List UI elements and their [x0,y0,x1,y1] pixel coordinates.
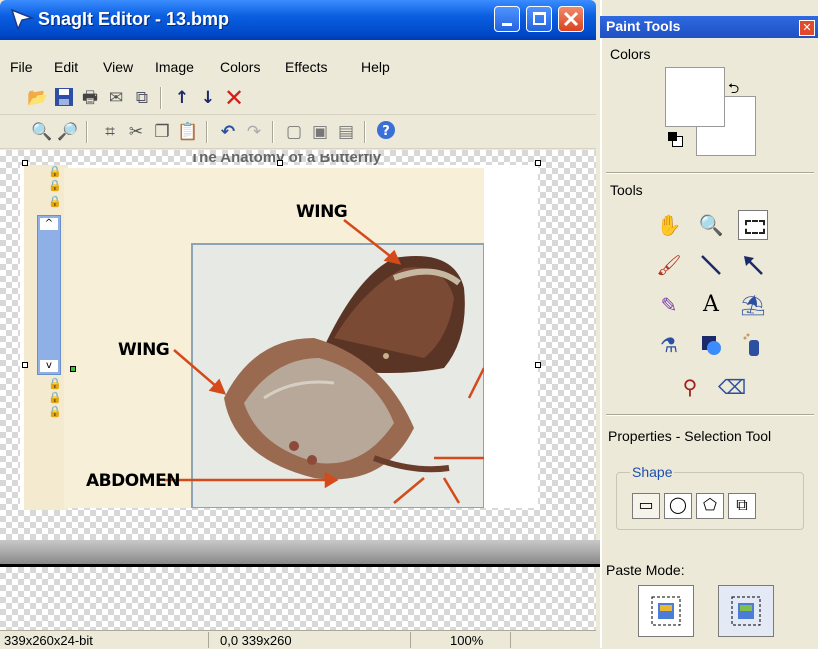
panel-close-icon[interactable]: ✕ [799,20,815,36]
brush-icon[interactable]: 🖌 [654,250,684,280]
lock-icon: 🔒 [48,179,62,192]
scroll-up-icon[interactable]: ^ [40,218,58,230]
toolbar-standard: 📂 🖶 ✉ ⧉ ↑ ↓ ✕ [0,82,596,115]
editor-window: SnagIt Editor - 13.bmp File Edit View Im… [0,0,818,649]
status-bar: 339x260x24-bit 0,0 339x260 100% [0,630,596,649]
resize-handle[interactable] [535,160,541,166]
stamp-icon[interactable]: ⛱ [738,290,768,320]
scroll-down-icon[interactable]: v [40,360,58,372]
window-title: SnagIt Editor - 13.bmp [38,9,230,29]
resize-handle[interactable] [22,160,28,166]
toolbar-separator [272,121,274,143]
shape-rectangle-button[interactable]: ▭ [632,493,660,519]
menu-help[interactable]: Help [361,59,390,75]
shape-label: Shape [630,464,675,480]
lock-icon: 🔒 [48,165,62,178]
zoom-in-icon[interactable]: 🔍 [30,120,54,144]
status-zoom: 100% [450,633,484,648]
redo-icon[interactable]: ↷ [242,120,266,144]
eraser-icon[interactable]: ⌫ [717,372,747,402]
title-bar[interactable]: SnagIt Editor - 13.bmp [0,0,596,40]
zoom-out-icon[interactable]: 🔎 [56,120,80,144]
text-icon[interactable]: A [696,290,726,320]
maximize-button[interactable] [526,6,552,32]
app-logo-icon [10,8,35,32]
anchor-handle[interactable] [70,366,76,372]
lock-icon: 🔒 [48,377,62,390]
status-position: 0,0 339x260 [220,633,292,648]
lock-icon: 🔒 [48,391,62,404]
shape-icon[interactable] [696,330,726,360]
default-colors-icon[interactable] [668,132,683,147]
print-icon[interactable]: 🖶 [78,86,102,110]
paste-mode-transparent-button[interactable] [718,585,774,637]
up-arrow-icon[interactable]: ↑ [170,86,194,110]
properties-label: Properties - Selection Tool [608,428,772,444]
dropper-icon[interactable]: ⚲ [675,372,705,402]
panel-title: Paint Tools [606,18,681,34]
shape-freehand-button[interactable]: ⬠ [696,493,724,519]
open-icon[interactable]: 📂 [26,86,50,110]
selection-icon[interactable] [738,210,768,240]
resize-handle[interactable] [22,362,28,368]
tools-label: Tools [610,182,643,198]
lock-icon: 🔒 [48,405,62,418]
magnifier-icon[interactable]: 🔍 [696,210,726,240]
shape-auto-button[interactable]: ⧉ [728,493,756,519]
minimize-button[interactable] [494,6,520,32]
arrow-icon[interactable] [738,250,768,280]
delete-icon[interactable]: ✕ [222,86,246,110]
menu-edit[interactable]: Edit [54,59,78,75]
copy-icon[interactable]: ❐ [150,120,174,144]
shape-ellipse-button[interactable]: ◯ [664,493,692,519]
image-title-text: The Anatomy of a Butterfly [190,154,382,166]
captured-image[interactable] [64,168,484,508]
page1-icon[interactable]: ▢ [282,120,306,144]
menu-file[interactable]: File [10,59,33,75]
lock-icon: 🔒 [48,195,62,208]
catalog-icon[interactable]: ⧉ [130,86,154,110]
swap-colors-icon[interactable]: ⮌ [728,78,739,102]
label-wing-left: WING [118,340,170,360]
page2-icon[interactable]: ▣ [308,120,332,144]
status-image-info: 339x260x24-bit [4,633,93,648]
close-button[interactable] [558,6,584,32]
line-icon[interactable] [696,250,726,280]
toolbar-separator [206,121,208,143]
undo-icon[interactable]: ↶ [216,120,240,144]
label-abdomen: ABDOMEN [86,471,180,491]
toolbar-separator [160,87,162,109]
resize-handle[interactable] [535,362,541,368]
spray-icon[interactable] [738,330,768,360]
save-icon[interactable] [52,86,76,110]
toolbar-edit: 🔍 🔎 ⌗ ✂ ❐ 📋 ↶ ↷ ▢ ▣ ▤ ? [0,116,596,149]
pen-icon[interactable]: ✎ [654,290,684,320]
help-icon[interactable]: ? [374,120,398,144]
paste-icon[interactable]: 📋 [176,120,200,144]
label-wing-top: WING [296,202,348,222]
crop-icon[interactable]: ⌗ [98,120,122,144]
toolbar-separator [86,121,88,143]
down-arrow-icon[interactable]: ↓ [196,86,220,110]
paste-mode-label: Paste Mode: [606,562,685,578]
scrollbar[interactable]: ^ v [37,215,61,375]
menu-view[interactable]: View [103,59,133,75]
menu-image[interactable]: Image [155,59,194,75]
page3-icon[interactable]: ▤ [334,120,358,144]
send-icon[interactable]: ✉ [104,86,128,110]
hand-icon[interactable]: ✋ [654,210,684,240]
menu-colors[interactable]: Colors [220,59,260,75]
fill-icon[interactable]: ⚗ [654,330,684,360]
lower-canvas-area[interactable] [0,567,596,630]
colors-label: Colors [610,46,651,62]
cut-icon[interactable]: ✂ [124,120,148,144]
svg-text:?: ? [382,124,390,139]
menu-bar: File Edit View Image Colors Effects Help [0,56,596,80]
toolbar-separator [364,121,366,143]
menu-effects[interactable]: Effects [285,59,328,75]
resize-handle[interactable] [277,160,283,166]
foreground-color-swatch[interactable] [665,67,725,127]
paste-mode-normal-button[interactable] [638,585,694,637]
